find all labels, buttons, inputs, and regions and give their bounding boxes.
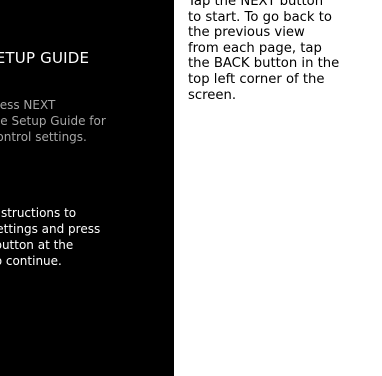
setup-guide-intro-text: Press NEXT the Setup Guide for Control s… <box>0 98 106 144</box>
device-screen: SETUP GUIDE Press NEXT the Setup Guide f… <box>0 0 174 376</box>
page: SETUP GUIDE Press NEXT the Setup Guide f… <box>0 0 382 376</box>
setup-guide-title: SETUP GUIDE <box>0 49 90 67</box>
setup-guide-instructions-text: instructions to settings and press -butt… <box>0 206 101 268</box>
help-callout-text: Tap the NEXT button to start. To go back… <box>188 0 340 103</box>
